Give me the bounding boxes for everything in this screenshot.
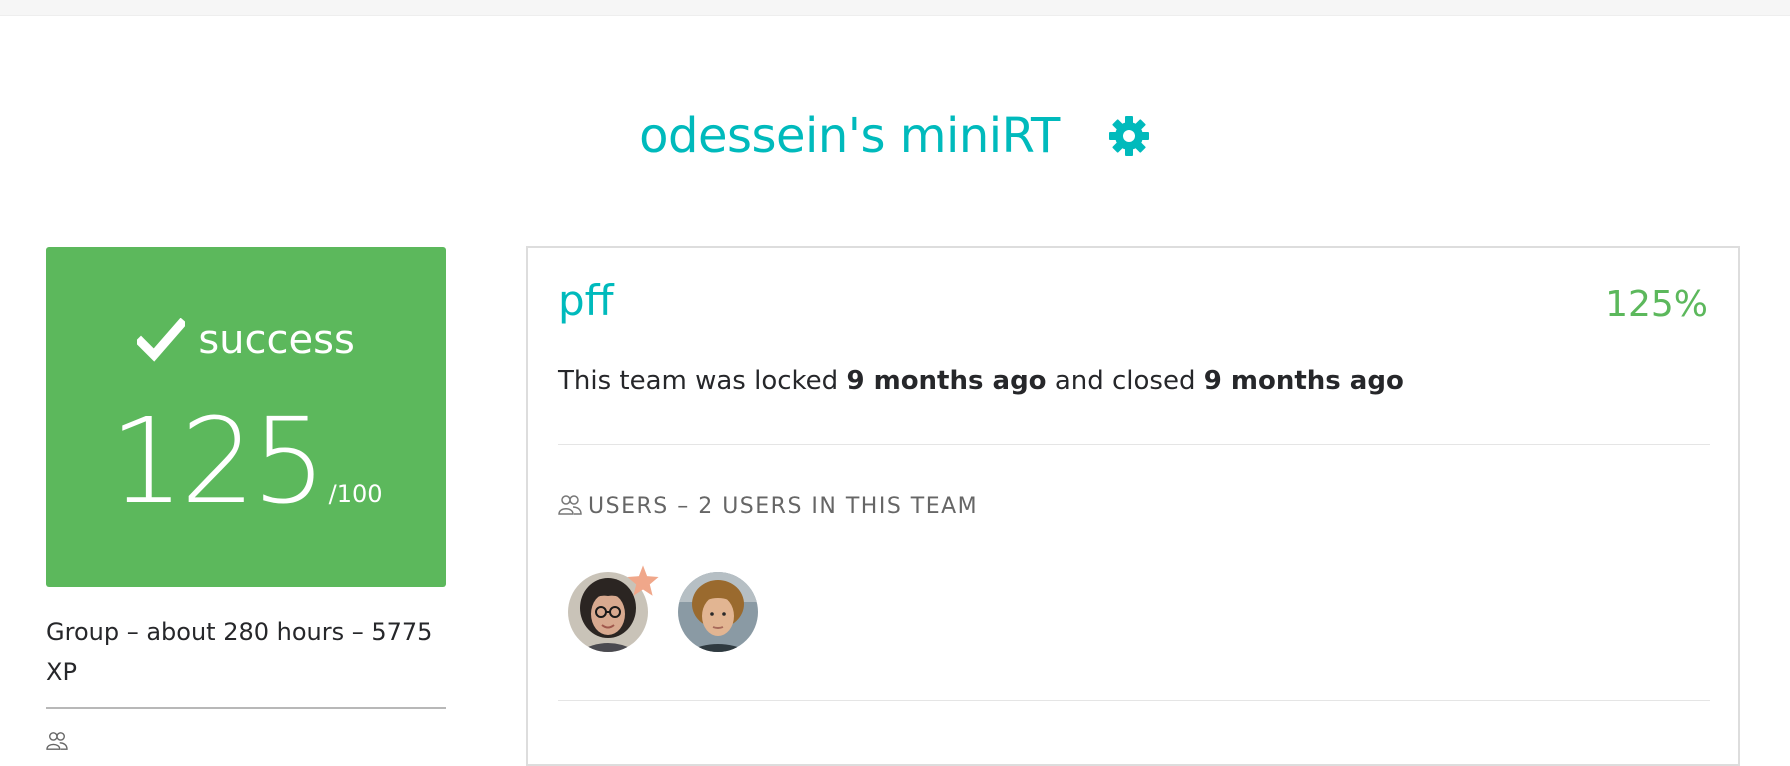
divider — [558, 444, 1710, 445]
team-panel: pff 125% This team was locked 9 months a… — [526, 246, 1740, 766]
team-name[interactable]: pff — [558, 276, 614, 325]
cut-off-text — [46, 730, 74, 755]
status-card: success 125/100 — [46, 247, 446, 587]
closed-time: 9 months ago — [1203, 366, 1404, 396]
final-score: 125 — [109, 392, 326, 530]
page-title: odessein's miniRT — [639, 108, 1060, 164]
page-header: odessein's miniRT — [0, 108, 1790, 164]
group-info: Group – about 280 hours – 5775 XP — [46, 618, 433, 686]
star-icon — [627, 565, 659, 596]
locked-time: 9 months ago — [846, 366, 1047, 396]
team-percentage: 125% — [1605, 284, 1708, 325]
avatar-image — [678, 572, 758, 652]
gear-icon[interactable] — [1107, 114, 1151, 158]
check-icon — [137, 318, 186, 362]
users-icon — [558, 495, 582, 515]
team-lock-info: This team was locked 9 months ago and cl… — [558, 366, 1404, 396]
avatar[interactable] — [678, 572, 758, 652]
users-icon — [46, 732, 68, 750]
max-score: /100 — [328, 480, 383, 508]
divider — [46, 707, 446, 709]
status-row: success — [46, 317, 446, 363]
status-label: success — [198, 317, 355, 363]
lock-prefix: This team was locked — [558, 366, 839, 396]
lock-middle: and closed — [1054, 366, 1196, 396]
users-heading-label: USERS – 2 USERS IN THIS TEAM — [588, 494, 979, 519]
score-row: 125/100 — [46, 402, 446, 520]
users-heading: USERS – 2 USERS IN THIS TEAM — [558, 494, 978, 519]
divider — [558, 700, 1710, 701]
top-bar — [0, 0, 1790, 16]
